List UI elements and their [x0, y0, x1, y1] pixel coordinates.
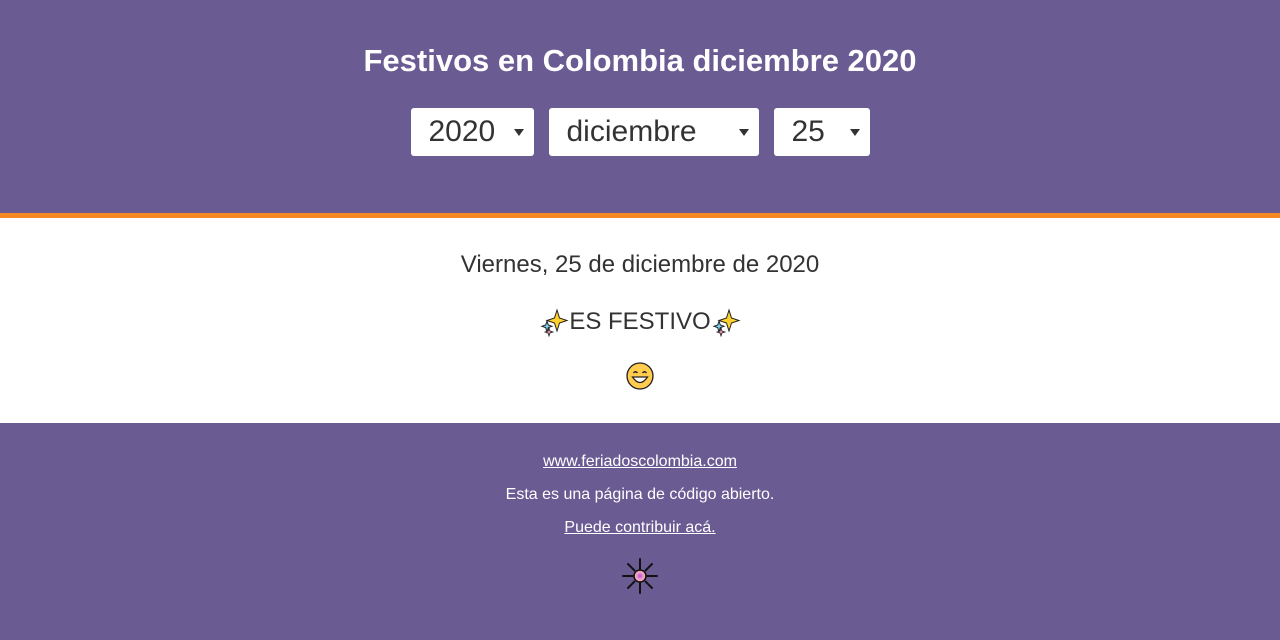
- date-selectors: 2020 diciembre 25: [0, 108, 1280, 156]
- site-link[interactable]: www.feriadoscolombia.com: [543, 453, 737, 471]
- selected-date-text: Viernes, 25 de diciembre de 2020: [460, 251, 820, 278]
- day-select[interactable]: 25: [773, 108, 870, 156]
- chevron-down-icon: [738, 128, 749, 136]
- chevron-down-icon: [513, 128, 524, 136]
- footer: www.feriadoscolombia.com Esta es una pág…: [0, 423, 1280, 640]
- sparkles-icon: [540, 308, 569, 337]
- month-select-value: diciembre: [566, 115, 697, 148]
- result-panel: Viernes, 25 de diciembre de 2020 ES FEST…: [0, 218, 1280, 423]
- fireworks-icon: [622, 558, 658, 594]
- header: Festivos en Colombia diciembre 2020 2020…: [0, 0, 1280, 218]
- year-select-value: 2020: [428, 115, 496, 148]
- grinning-face-icon: [626, 362, 654, 390]
- holiday-status-label: ES FESTIVO: [569, 308, 711, 335]
- contribute-link[interactable]: Puede contribuir acá.: [564, 519, 715, 537]
- open-source-text: Esta es una página de código abierto.: [505, 486, 775, 503]
- month-select[interactable]: diciembre: [548, 108, 759, 156]
- page-title: Festivos en Colombia diciembre 2020: [363, 43, 917, 78]
- chevron-down-icon: [849, 128, 860, 136]
- year-select[interactable]: 2020: [410, 108, 534, 156]
- holiday-status: ES FESTIVO: [0, 307, 1280, 337]
- day-select-value: 25: [791, 115, 825, 148]
- sparkles-icon: [712, 308, 741, 337]
